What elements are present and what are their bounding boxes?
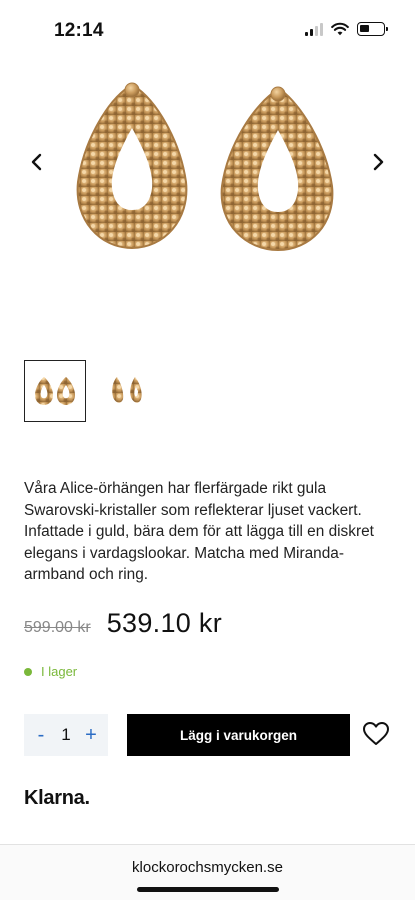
decrease-quantity-button[interactable]: -	[33, 724, 49, 747]
quantity-value[interactable]: 1	[61, 725, 70, 745]
thumbnail-earrings-side[interactable]	[96, 360, 158, 422]
stock-status-label: I lager	[41, 664, 78, 679]
home-indicator[interactable]	[137, 887, 279, 892]
product-image-carousel[interactable]	[0, 70, 415, 270]
url-bar[interactable]: klockorochsmycken.se	[0, 859, 415, 876]
thumbnail-image	[112, 377, 142, 403]
sale-price: 539.10 kr	[106, 608, 222, 638]
browser-bottom-bar: klockorochsmycken.se	[0, 844, 415, 900]
previous-image-button[interactable]	[22, 148, 50, 176]
status-icons	[305, 22, 388, 36]
right-earring	[220, 86, 334, 252]
wishlist-button[interactable]	[362, 721, 390, 749]
in-stock-dot-icon	[24, 667, 32, 676]
original-price: 599.00 kr	[24, 619, 91, 636]
thumbnail-image	[35, 377, 75, 405]
chevron-left-icon	[31, 153, 42, 171]
next-image-button[interactable]	[365, 148, 393, 176]
quantity-stepper: - 1 +	[24, 714, 108, 756]
product-description: Våra Alice-örhängen har flerfärgade rikt…	[24, 480, 374, 583]
stock-status: I lager	[24, 664, 77, 679]
status-time: 12:14	[54, 20, 104, 41]
increase-quantity-button[interactable]: +	[83, 724, 99, 747]
klarna-logo: Klarna.	[24, 787, 90, 809]
status-bar: 12:14	[0, 0, 415, 58]
add-to-cart-button[interactable]: Lägg i varukorgen	[127, 714, 350, 756]
thumbnail-strip	[24, 360, 158, 422]
cellular-signal-icon	[305, 22, 323, 36]
thumbnail-earrings-front[interactable]	[24, 360, 86, 422]
chevron-right-icon	[373, 153, 384, 171]
product-image	[76, 82, 334, 252]
wifi-icon	[331, 22, 349, 36]
battery-icon	[357, 22, 388, 36]
left-earring	[76, 82, 188, 250]
heart-icon	[363, 722, 389, 745]
price-row: 599.00 kr 539.10 kr	[24, 608, 222, 639]
